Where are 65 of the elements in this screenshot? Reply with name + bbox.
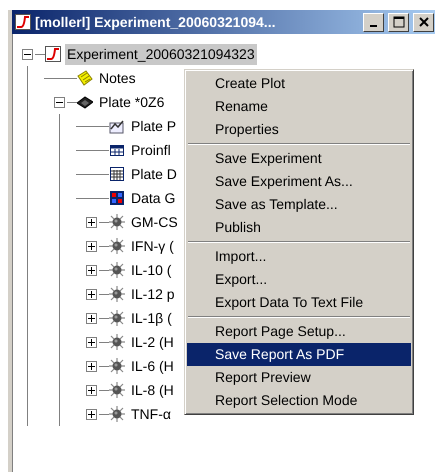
expand-toggle[interactable] — [86, 288, 97, 300]
expand-toggle[interactable] — [86, 360, 97, 372]
menu-item[interactable]: Report Preview — [187, 366, 411, 389]
tree-item[interactable]: Data G — [129, 188, 178, 208]
grid-icon — [109, 166, 125, 182]
menu-item[interactable]: Export... — [187, 268, 411, 291]
plus-icon — [88, 386, 95, 394]
expand-toggle[interactable] — [86, 312, 97, 324]
tree-item[interactable]: IL-12 p — [129, 284, 177, 304]
notepad-icon — [77, 70, 93, 86]
plot-curve-icon — [15, 14, 31, 30]
menu-item[interactable]: Import... — [187, 245, 411, 268]
menu-item[interactable]: Rename — [187, 95, 411, 118]
tree-item[interactable]: IL-2 (H — [129, 332, 176, 352]
plus-icon — [88, 362, 95, 370]
tree-item[interactable]: IL-1β ( — [129, 308, 174, 328]
menu-item[interactable]: Export Data To Text File — [187, 291, 411, 314]
tree-item[interactable]: Proinfl — [129, 140, 173, 160]
expand-toggle[interactable] — [86, 240, 97, 252]
plus-icon — [88, 242, 95, 250]
menu-item[interactable]: Save Report As PDF — [187, 343, 411, 366]
tree-item[interactable]: Notes — [97, 68, 138, 88]
window-title: [mollerl] Experiment_20060321094... — [35, 12, 276, 32]
plus-icon — [88, 266, 95, 274]
maximize-button[interactable] — [388, 12, 409, 32]
tree-item[interactable]: IL-8 (H — [129, 380, 176, 400]
tree-item[interactable]: IL-6 (H — [129, 356, 176, 376]
table-icon — [109, 142, 125, 158]
expand-toggle[interactable] — [86, 216, 97, 228]
plate-icon — [77, 94, 93, 110]
menu-item[interactable]: Report Selection Mode — [187, 389, 411, 412]
plus-icon — [88, 410, 95, 418]
expand-toggle[interactable] — [86, 384, 97, 396]
menu-item[interactable]: Create Plot — [187, 72, 411, 95]
plus-icon — [88, 290, 95, 298]
menu-item[interactable]: Report Page Setup... — [187, 320, 411, 343]
menu-item[interactable]: Save Experiment As... — [187, 170, 411, 193]
expand-toggle[interactable] — [86, 264, 97, 276]
menu-item[interactable]: Save Experiment — [187, 147, 411, 170]
heatmap-icon — [109, 190, 125, 206]
maximize-icon — [392, 16, 404, 28]
tree-item[interactable]: TNF-α — [129, 404, 173, 424]
close-button[interactable] — [413, 12, 434, 32]
tree-item[interactable]: Experiment_20060321094323 — [65, 44, 257, 64]
tree-item[interactable]: Plate P — [129, 116, 178, 136]
tree-item[interactable]: Plate *0Z6 — [97, 92, 166, 112]
chart-icon — [109, 118, 125, 134]
minimize-button[interactable] — [363, 12, 384, 32]
plot-curve-icon — [45, 46, 61, 62]
collapse-toggle[interactable] — [54, 96, 65, 108]
menu-item[interactable]: Publish — [187, 216, 411, 239]
expand-toggle[interactable] — [86, 336, 97, 348]
menu-item[interactable]: Save as Template... — [187, 193, 411, 216]
plus-icon — [88, 314, 95, 322]
menu-item[interactable]: Properties — [187, 118, 411, 141]
tree-item[interactable]: GM-CS — [129, 212, 180, 232]
tree-item[interactable]: IFN-γ ( — [129, 236, 176, 256]
expand-toggle[interactable] — [86, 408, 97, 420]
tree-item[interactable]: IL-10 ( — [129, 260, 174, 280]
close-icon — [418, 17, 428, 27]
tree-item[interactable]: Plate D — [129, 164, 179, 184]
collapse-toggle[interactable] — [22, 48, 33, 60]
minimize-icon — [370, 24, 377, 26]
plus-icon — [88, 218, 95, 226]
plus-icon — [88, 338, 95, 346]
